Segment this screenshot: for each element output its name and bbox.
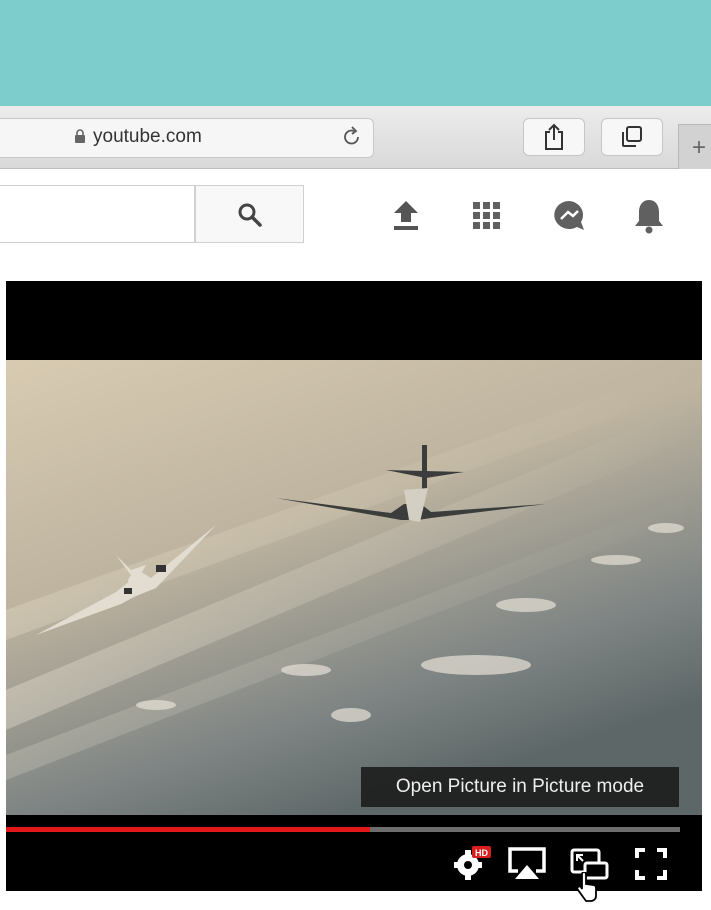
video-frame[interactable]	[6, 360, 702, 815]
notifications-bell-icon[interactable]	[633, 196, 665, 234]
messages-icon[interactable]	[551, 198, 587, 234]
tabs-icon	[622, 126, 642, 147]
share-button[interactable]	[523, 118, 585, 156]
search-icon	[238, 203, 262, 227]
new-tab-plus: +	[691, 134, 706, 161]
pip-tooltip: Open Picture in Picture mode	[361, 767, 679, 807]
progress-bar[interactable]	[6, 827, 680, 832]
settings-gear-icon[interactable]: HD	[452, 845, 492, 881]
search-button[interactable]	[195, 185, 304, 243]
search-input[interactable]	[0, 185, 195, 243]
desktop-background	[0, 0, 711, 106]
apps-grid-icon[interactable]	[471, 200, 503, 232]
upload-icon[interactable]	[389, 198, 423, 234]
fullscreen-icon[interactable]	[634, 847, 668, 881]
url-text[interactable]: youtube.com	[93, 126, 202, 148]
reload-icon[interactable]	[342, 126, 362, 148]
lock-icon	[75, 129, 85, 143]
mouse-pointer-icon	[576, 872, 597, 902]
airplay-icon[interactable]	[506, 845, 548, 881]
tabs-overview-button[interactable]	[601, 118, 663, 156]
progress-played	[6, 827, 370, 832]
hd-badge: HD	[475, 848, 488, 858]
new-tab-button[interactable]: +	[678, 124, 711, 169]
share-icon	[545, 123, 563, 150]
